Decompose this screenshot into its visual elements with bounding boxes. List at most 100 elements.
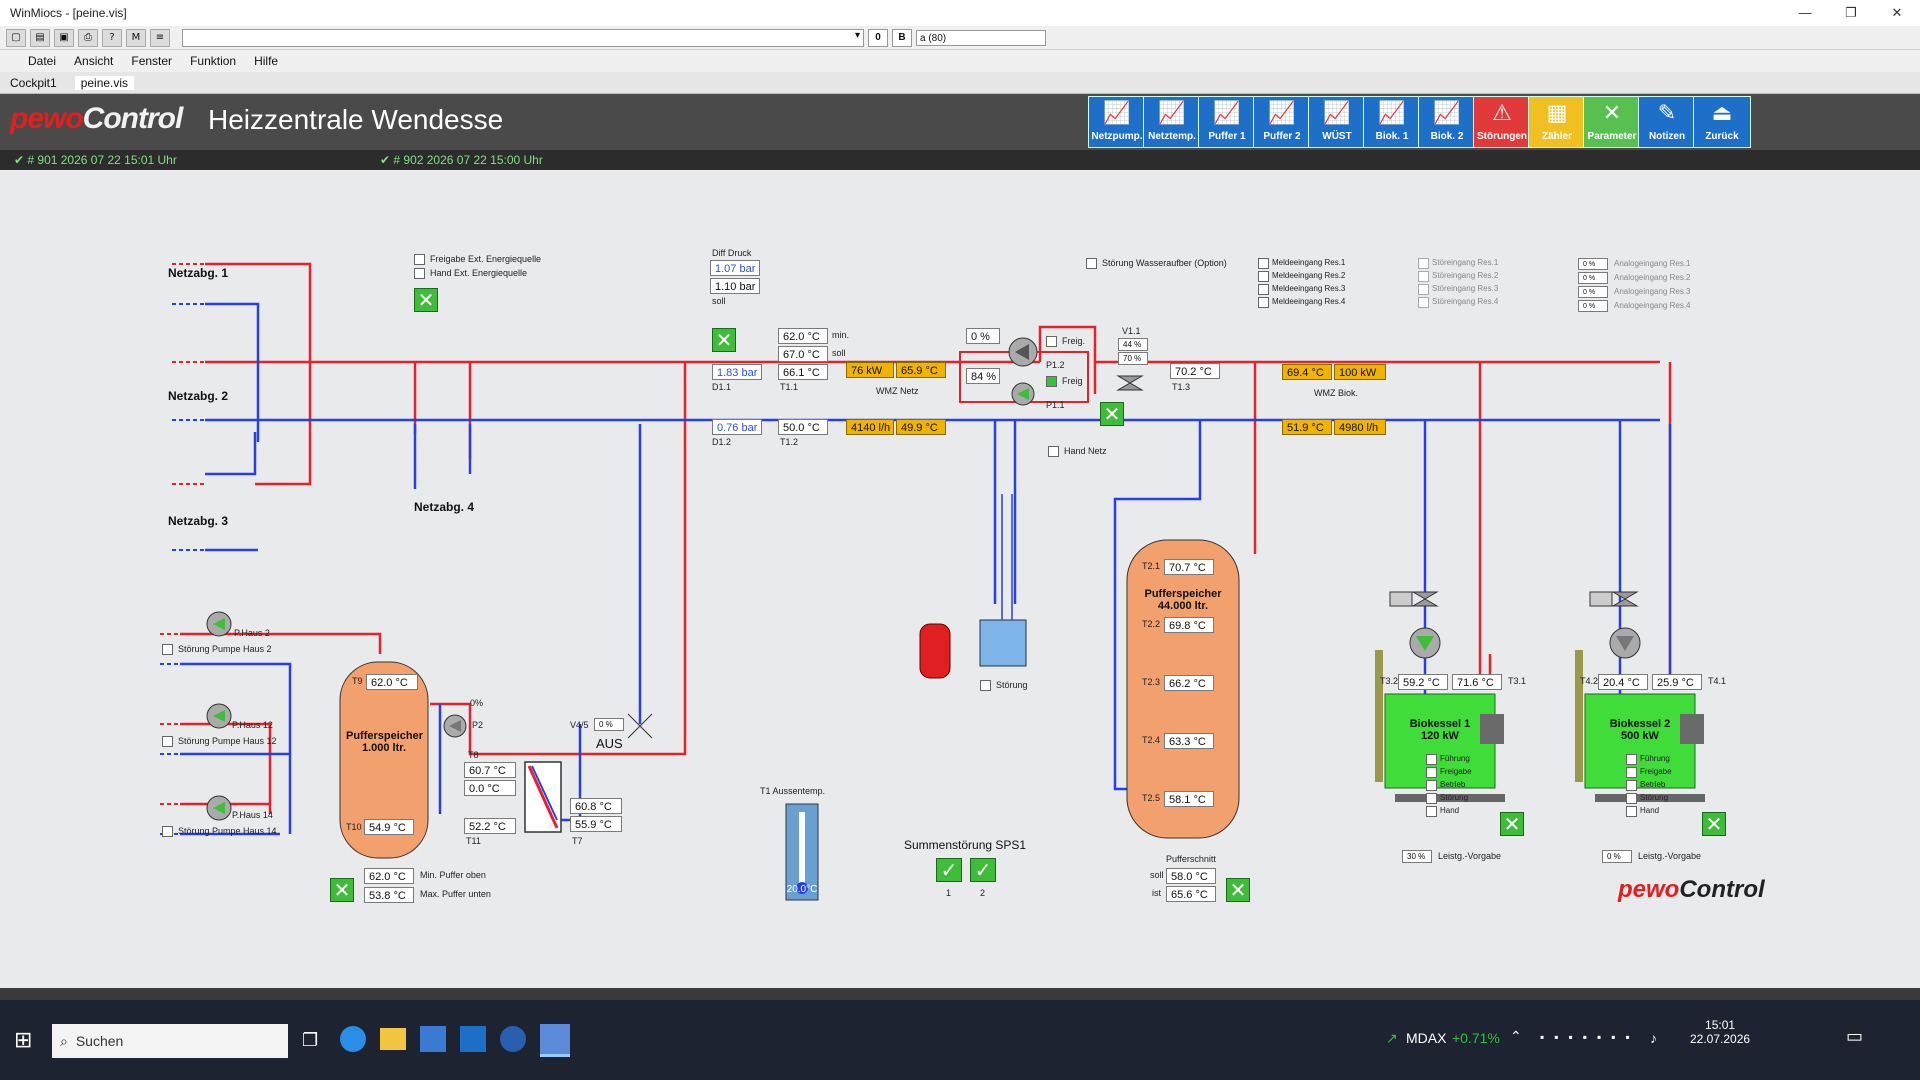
store-icon[interactable]	[420, 1026, 446, 1052]
kessel2-power-value[interactable]: 0 %	[1602, 850, 1632, 863]
print-icon[interactable]: ⎙	[78, 28, 98, 47]
puffer1-ack-button[interactable]: ✕	[330, 878, 354, 902]
list-icon[interactable]: ≡	[150, 28, 170, 47]
puffer2-ack-button[interactable]: ✕	[1226, 878, 1250, 902]
kessel1-status-checkbox-5[interactable]	[1426, 806, 1437, 817]
pump-speed-top[interactable]: 0 %	[966, 328, 1000, 344]
t11-min-value[interactable]: 62.0 °C	[778, 328, 828, 344]
meld-checkbox-2[interactable]	[1258, 271, 1269, 282]
p-haus14-label: P.Haus 14	[232, 810, 273, 820]
start-icon[interactable]: ⊞	[14, 1028, 32, 1053]
menu-ansicht[interactable]: Ansicht	[74, 54, 113, 68]
freigabe-ext-checkbox[interactable]	[414, 254, 425, 265]
pump-speed-mid[interactable]: 84 %	[966, 368, 1000, 384]
stoer-checkbox-2[interactable]	[1418, 271, 1429, 282]
restore-icon[interactable]: ❐	[1828, 5, 1874, 21]
close-icon[interactable]: ✕	[1874, 5, 1920, 21]
toolbar: ▢ ▤ ▣ ⎙ ? M ≡ 0 B a (80)	[0, 26, 1920, 50]
kessel1-status-checkbox-1[interactable]	[1426, 754, 1437, 765]
wasser-stoerung-label: Störung Wasseraufber (Option)	[1102, 258, 1227, 268]
analog-value-2[interactable]: 0 %	[1578, 272, 1608, 284]
outlook-icon[interactable]	[460, 1026, 486, 1052]
menu-hilfe[interactable]: Hilfe	[254, 54, 278, 68]
help-icon[interactable]: ?	[102, 28, 122, 47]
kessel1-ack-button[interactable]: ✕	[1500, 812, 1524, 836]
freig-p11-checkbox[interactable]	[1046, 376, 1057, 387]
kessel2-status-label-5: Hand	[1640, 806, 1660, 815]
diff-druck-setpoint[interactable]: 1.10 bar	[710, 278, 760, 294]
task-view-icon[interactable]: ❐	[302, 1030, 318, 1051]
sps-check-2[interactable]: ✓	[970, 858, 996, 882]
expansion-vessel	[919, 623, 951, 679]
stoerung-haus14-checkbox[interactable]	[162, 826, 173, 837]
kessel2-status-checkbox-2[interactable]	[1626, 767, 1637, 778]
address-combobox[interactable]	[182, 28, 864, 47]
app-icon[interactable]	[500, 1026, 526, 1052]
meld-checkbox-1[interactable]	[1258, 258, 1269, 269]
puffer-max-value[interactable]: 53.8 °C	[364, 887, 414, 903]
puffer2-sensor-value-5: 58.1 °C	[1164, 791, 1214, 807]
open-icon[interactable]: ▤	[30, 28, 50, 47]
tray-icons[interactable]: ▪▪▪▪▪▪▪	[1540, 1030, 1640, 1044]
minimize-icon[interactable]: —	[1782, 5, 1828, 21]
ticker-name[interactable]: MDAX	[1406, 1030, 1446, 1046]
taskbar-search[interactable]: ⌕ Suchen	[52, 1024, 288, 1058]
puffer2-sensor-value-3: 66.2 °C	[1164, 675, 1214, 691]
meld-checkbox-4[interactable]	[1258, 297, 1269, 308]
analog-value-4[interactable]: 0 %	[1578, 300, 1608, 312]
v11-ack-button[interactable]: ✕	[1100, 402, 1124, 426]
kessel2-status-checkbox-1[interactable]	[1626, 754, 1637, 765]
stoerung-haus12-label: Störung Pumpe Haus 12	[178, 736, 277, 746]
stoer-label-2: Störeingang Res.2	[1432, 271, 1499, 280]
wasser-stoerung-unit-checkbox[interactable]	[980, 680, 991, 691]
schnitt-soll-value[interactable]: 58.0 °C	[1166, 868, 1216, 884]
toolbar-field[interactable]: a (80)	[916, 29, 1046, 46]
volume-icon[interactable]: ♪	[1650, 1030, 1657, 1046]
puffer-min-value[interactable]: 62.0 °C	[364, 868, 414, 884]
p-haus2-label: P.Haus 2	[234, 628, 270, 638]
save-icon[interactable]: ▣	[54, 28, 74, 47]
puffer-max-label: Max. Puffer unten	[420, 889, 491, 899]
kessel1-power-value[interactable]: 30 %	[1402, 850, 1432, 863]
t11-soll-value[interactable]: 67.0 °C	[778, 346, 828, 362]
hand-ext-checkbox[interactable]	[414, 268, 425, 279]
kessel1-status-label-3: Betrieb	[1440, 780, 1466, 789]
hx-temp-top: 60.8 °C	[570, 798, 622, 814]
notification-icon[interactable]: ▭	[1846, 1026, 1863, 1047]
clock[interactable]: 15:01 22.07.2026	[1690, 1018, 1750, 1046]
hand-netz-checkbox[interactable]	[1048, 446, 1059, 457]
edge-icon[interactable]	[340, 1026, 366, 1052]
kessel2-status-checkbox-5[interactable]	[1626, 806, 1637, 817]
explorer-icon[interactable]	[380, 1028, 406, 1050]
menu-fenster[interactable]: Fenster	[131, 54, 172, 68]
kessel1-status-checkbox-3[interactable]	[1426, 780, 1437, 791]
macro-icon[interactable]: M	[126, 28, 146, 47]
tab-cockpit[interactable]: Cockpit1	[10, 76, 57, 90]
tab-peine[interactable]: peine.vis	[74, 75, 135, 90]
analog-value-3[interactable]: 0 %	[1578, 286, 1608, 298]
kessel2-ack-button[interactable]: ✕	[1702, 812, 1726, 836]
wasser-stoerung-checkbox[interactable]	[1086, 258, 1097, 269]
stoerung-haus12-checkbox[interactable]	[162, 736, 173, 747]
new-icon[interactable]: ▢	[6, 28, 26, 47]
toolbar-button-0[interactable]: 0	[868, 28, 888, 47]
netz-ack-button[interactable]: ✕	[712, 328, 736, 352]
winmiocs-icon[interactable]	[540, 1024, 570, 1057]
stoer-checkbox-4[interactable]	[1418, 297, 1429, 308]
kessel2-status-checkbox-3[interactable]	[1626, 780, 1637, 791]
tray-chevron-icon[interactable]: ⌃	[1510, 1028, 1522, 1045]
meld-checkbox-3[interactable]	[1258, 284, 1269, 295]
kessel2-status-checkbox-4[interactable]	[1626, 793, 1637, 804]
freig-p12-checkbox[interactable]	[1046, 336, 1057, 347]
analog-value-1[interactable]: 0 %	[1578, 258, 1608, 270]
kessel1-status-checkbox-2[interactable]	[1426, 767, 1437, 778]
stoer-checkbox-3[interactable]	[1418, 284, 1429, 295]
menu-funktion[interactable]: Funktion	[190, 54, 236, 68]
stoer-checkbox-1[interactable]	[1418, 258, 1429, 269]
toolbar-button-b[interactable]: B	[892, 28, 912, 47]
stoerung-haus2-checkbox[interactable]	[162, 644, 173, 655]
menu-datei[interactable]: Datei	[28, 54, 56, 68]
kessel1-status-checkbox-4[interactable]	[1426, 793, 1437, 804]
sps-check-1[interactable]: ✓	[936, 858, 962, 882]
ext-ack-button[interactable]: ✕	[414, 288, 438, 312]
